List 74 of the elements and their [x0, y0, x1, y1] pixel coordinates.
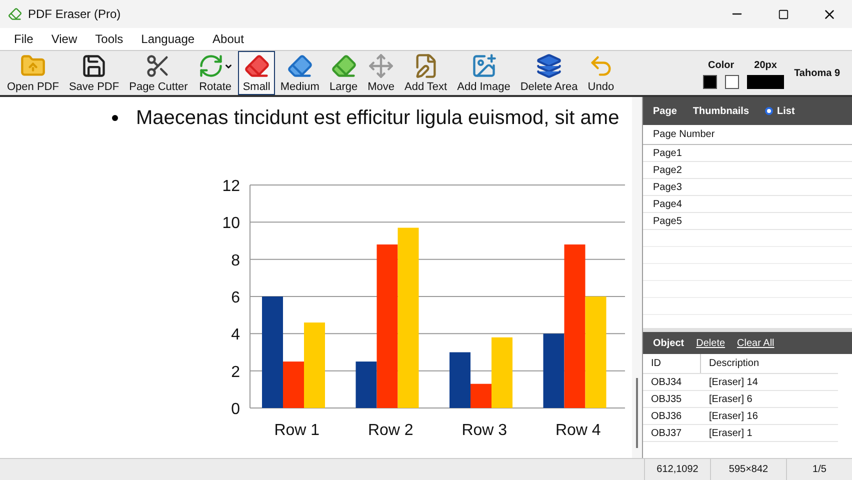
maximize-icon[interactable] — [778, 8, 788, 20]
status-field: 612,1092 — [644, 459, 710, 480]
category-label: Row 3 — [462, 422, 508, 439]
layers-icon — [536, 53, 562, 79]
page-list-item[interactable]: Page3 — [643, 179, 852, 196]
toolbar-button[interactable]: Rotate — [192, 51, 238, 95]
toolbar-button[interactable]: Medium — [275, 51, 324, 95]
view-option[interactable]: List — [765, 104, 795, 118]
page-list-item[interactable]: Page1 — [643, 145, 852, 162]
toolbar-button[interactable]: Save PDF — [64, 51, 124, 95]
toolbar-button[interactable]: Open PDF — [2, 51, 64, 95]
toolbar-button[interactable]: Add Text — [400, 51, 452, 95]
toolbar-button[interactable]: Page Cutter — [124, 51, 193, 95]
category-label: Row 2 — [368, 422, 414, 439]
eraser-icon — [286, 53, 313, 79]
size-label: 20px — [754, 58, 777, 72]
table-cell-text: [Eraser] 16 — [708, 410, 759, 424]
axis-tick-label: 12 — [222, 178, 240, 195]
image-add-icon — [470, 53, 497, 79]
table-cell-text: OBJ36 — [650, 410, 683, 424]
caret-icon[interactable] — [224, 62, 233, 70]
toolbar-button[interactable]: Large — [324, 51, 363, 95]
page-list-item[interactable]: Page4 — [643, 196, 852, 213]
column-header: Description — [708, 357, 760, 371]
category-label: Row 4 — [555, 422, 601, 439]
rotate-icon — [198, 53, 224, 79]
table-cell-text: OBJ35 — [650, 392, 683, 406]
panel-link[interactable]: Delete — [696, 336, 726, 350]
line-width-preview[interactable] — [747, 74, 784, 88]
table-cell-text: [Eraser] 6 — [708, 392, 754, 406]
font-label[interactable]: Tahoma 9 — [794, 66, 840, 80]
eraser-icon — [244, 53, 270, 79]
color-label: Color — [708, 58, 734, 72]
toolbar-button[interactable]: Undo — [582, 51, 620, 95]
color-swatch[interactable] — [725, 74, 740, 88]
axis-tick-label: 0 — [231, 401, 240, 418]
toolbar-button[interactable]: Move — [362, 51, 400, 95]
menu-item[interactable]: View — [43, 30, 86, 48]
toolbar-button[interactable]: Add Image — [452, 51, 516, 95]
folder-icon — [20, 53, 46, 79]
page-list-item[interactable]: Page2 — [643, 162, 852, 179]
color-swatch[interactable] — [703, 74, 718, 88]
column-header: ID — [643, 354, 701, 373]
table-cell-text: OBJ37 — [650, 426, 683, 440]
window-title: PDF Eraser (Pro) — [28, 6, 121, 23]
table-cell-text: OBJ34 — [650, 376, 683, 390]
table-cell-text: [Eraser] 14 — [708, 376, 759, 390]
axis-tick-label: 8 — [231, 252, 240, 270]
status-field: 1/5 — [786, 459, 852, 480]
table-cell-text: [Eraser] 1 — [708, 426, 754, 440]
move-icon — [368, 53, 394, 79]
scrollbar[interactable] — [632, 97, 642, 458]
menu-item[interactable]: File — [6, 30, 42, 48]
panel-title: Page — [653, 104, 677, 118]
menu-item[interactable]: Language — [133, 30, 203, 48]
axis-tick-label: 10 — [222, 215, 240, 232]
category-label: Row 1 — [274, 422, 320, 439]
toolbar-button[interactable]: Small — [238, 51, 276, 95]
app-icon — [8, 7, 22, 21]
panel-link[interactable]: Clear All — [737, 336, 774, 350]
toolbar-button[interactable]: Delete Area — [515, 51, 583, 95]
column-header: Page Number — [643, 125, 852, 145]
axis-tick-label: 4 — [231, 326, 240, 344]
axis-tick-label: 6 — [231, 290, 240, 306]
axis-tick-label: 2 — [231, 364, 240, 381]
eraser-icon — [330, 53, 357, 79]
view-option[interactable]: Thumbnails — [692, 104, 750, 118]
status-field: 595×842 — [710, 459, 786, 480]
panel-title: Object — [653, 336, 684, 350]
bullet-icon — [112, 115, 118, 121]
menu-item[interactable]: About — [204, 30, 252, 48]
bullet-text: Maecenas tincidunt est efficitur ligula euismod, sit ame — [136, 106, 620, 131]
menu-item[interactable]: Tools — [87, 30, 132, 48]
page-list-item[interactable]: Page5 — [643, 213, 852, 230]
